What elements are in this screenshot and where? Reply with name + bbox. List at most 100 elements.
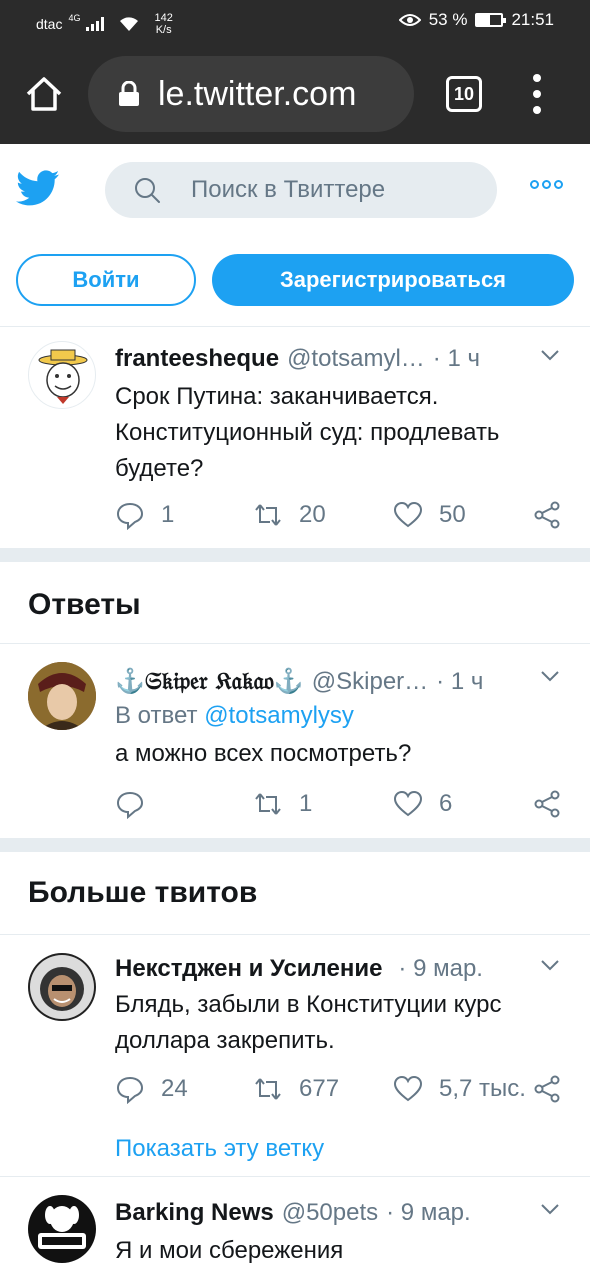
like-count: 5,7 тыс.: [439, 1075, 526, 1102]
clock: 21:51: [511, 10, 554, 29]
tweet-text: а можно всех посмотреть?: [115, 740, 412, 767]
signup-button[interactable]: Зарегистрироваться: [212, 254, 574, 306]
portrait-icon: [28, 662, 96, 730]
battery-percent: 53 %: [428, 10, 468, 29]
status-right: 53 % 21:51: [398, 10, 554, 30]
retweet-count: 1: [299, 790, 313, 817]
status-bar: dtac 4G 142 K/s 53 % 21:51: [0, 0, 590, 44]
cartoon-face-icon: [38, 349, 88, 404]
reply-prefix: В ответ: [115, 702, 198, 729]
reply-button[interactable]: 24: [115, 1073, 188, 1105]
more-tweets-heading: Больше твитов: [28, 876, 258, 909]
browser-menu-icon[interactable]: [530, 74, 544, 114]
avatar[interactable]: [28, 341, 96, 409]
like-button[interactable]: 50: [393, 499, 466, 531]
like-button[interactable]: 5,7 тыс.: [393, 1073, 526, 1105]
home-icon[interactable]: [24, 74, 64, 114]
status-left: dtac 4G 142 K/s: [36, 12, 173, 36]
tweet-header: franteesheque @totsamyl… · 1 ч: [115, 345, 530, 373]
retweet-icon: [255, 1078, 281, 1100]
search-icon: [135, 178, 160, 203]
tweet-author-name[interactable]: franteesheque: [115, 345, 279, 373]
tweet-author-handle[interactable]: @totsamyl…: [287, 345, 425, 373]
tweet-actions: 1 20 50: [115, 499, 565, 531]
reply-count: 1: [161, 501, 175, 528]
tweet-author-name[interactable]: Некстджен и Усиление: [115, 955, 382, 983]
avatar[interactable]: [28, 662, 96, 730]
reply-tweet[interactable]: ⚓𝔖𝔨𝔦𝔭𝔢𝔯 𝔎𝔞𝔨𝔞𝔬⚓ @Skiper… · 1 ч В ответ @t…: [0, 644, 590, 836]
heart-icon: [393, 790, 423, 817]
tweet-time[interactable]: · 9 мар.: [386, 1199, 471, 1227]
share-icon[interactable]: [533, 790, 561, 818]
replies-heading: Ответы: [28, 588, 141, 621]
avatar[interactable]: [28, 953, 96, 1021]
tweet-header: Некстджен и Усиление · 9 мар.: [115, 955, 530, 983]
retweet-icon: [255, 504, 281, 526]
share-icon[interactable]: [533, 501, 561, 529]
tab-switcher-button[interactable]: 10: [446, 76, 482, 112]
more-tweet[interactable]: Barking News @50pets · 9 мар. Я и мои сб…: [0, 1177, 590, 1280]
avatar[interactable]: [28, 1195, 96, 1263]
login-button[interactable]: Войти: [16, 254, 196, 306]
network-type: 4G: [68, 13, 81, 23]
heart-icon: [393, 1075, 423, 1102]
section-separator: [0, 548, 590, 562]
signal-icon: [86, 17, 105, 31]
like-button[interactable]: 6: [393, 788, 452, 820]
tweet-time[interactable]: · 1 ч: [433, 345, 480, 373]
reply-button[interactable]: [115, 788, 161, 820]
more-options-icon[interactable]: [530, 180, 563, 189]
retweet-button[interactable]: 20: [253, 499, 326, 531]
chevron-down-icon[interactable]: [540, 349, 560, 361]
search-input[interactable]: Поиск в Твиттере: [105, 162, 497, 218]
tweet-header: ⚓𝔖𝔨𝔦𝔭𝔢𝔯 𝔎𝔞𝔨𝔞𝔬⚓ @Skiper… · 1 ч: [115, 666, 530, 696]
reply-icon: [116, 791, 144, 819]
tweet-time[interactable]: · 1 ч: [436, 668, 483, 696]
tweet-text: Я и мои сбережения: [115, 1237, 344, 1264]
speed-value: 142: [154, 12, 173, 24]
tweet-author-name[interactable]: Barking News: [115, 1199, 274, 1227]
carrier-label: dtac: [36, 16, 63, 32]
tweet-text: Блядь, забыли в Конституции курс доллара…: [115, 991, 502, 1054]
more-tweet[interactable]: Некстджен и Усиление · 9 мар. Блядь, заб…: [0, 935, 590, 1175]
network-speed: 142 K/s: [154, 12, 172, 36]
retweet-count: 20: [299, 501, 326, 528]
tweet-actions: 24 677 5,7 тыс.: [115, 1073, 565, 1105]
retweet-count: 677: [299, 1075, 340, 1102]
eye-icon: [398, 14, 421, 26]
show-thread-link[interactable]: Показать эту ветку: [115, 1135, 324, 1163]
address-bar[interactable]: le.twitter.com: [88, 56, 414, 132]
tweet-header: Barking News @50pets · 9 мар.: [115, 1199, 530, 1227]
dog-logo-icon: [29, 1196, 95, 1262]
battery-icon: [475, 13, 507, 27]
wifi-icon: [120, 17, 139, 31]
main-tweet[interactable]: franteesheque @totsamyl… · 1 ч Срок Пути…: [0, 327, 590, 547]
reply-mention-link[interactable]: @totsamylysy: [204, 702, 354, 729]
reply-icon: [116, 1076, 144, 1104]
heart-icon: [393, 501, 423, 528]
twitter-header: Поиск в Твиттере: [0, 144, 590, 238]
retweet-button[interactable]: 677: [253, 1073, 339, 1105]
tweet-author-handle[interactable]: @Skiper…: [312, 668, 428, 696]
twitter-logo-icon[interactable]: [16, 166, 60, 210]
search-placeholder: Поиск в Твиттере: [191, 176, 386, 203]
section-separator: [0, 838, 590, 852]
browser-toolbar: le.twitter.com 10: [0, 44, 590, 144]
lock-icon: [119, 81, 139, 106]
reply-context: В ответ @totsamylysy: [115, 702, 354, 730]
chevron-down-icon[interactable]: [540, 1203, 560, 1215]
auth-bar: Войти Зарегистрироваться: [0, 238, 590, 326]
tweet-author-handle[interactable]: @50pets: [282, 1199, 378, 1227]
reply-button[interactable]: 1: [115, 499, 174, 531]
battery-fill: [477, 15, 491, 25]
retweet-button[interactable]: 1: [253, 788, 312, 820]
like-count: 50: [439, 501, 466, 528]
chevron-down-icon[interactable]: [540, 959, 560, 971]
share-icon[interactable]: [533, 1075, 561, 1103]
tweet-actions: 1 6: [115, 788, 565, 820]
speed-unit: K/s: [155, 24, 172, 36]
tweet-time[interactable]: · 9 мар.: [398, 955, 483, 983]
tweet-author-name[interactable]: ⚓𝔖𝔨𝔦𝔭𝔢𝔯 𝔎𝔞𝔨𝔞𝔬⚓: [115, 666, 304, 695]
retweet-icon: [255, 793, 281, 815]
chevron-down-icon[interactable]: [540, 670, 560, 682]
